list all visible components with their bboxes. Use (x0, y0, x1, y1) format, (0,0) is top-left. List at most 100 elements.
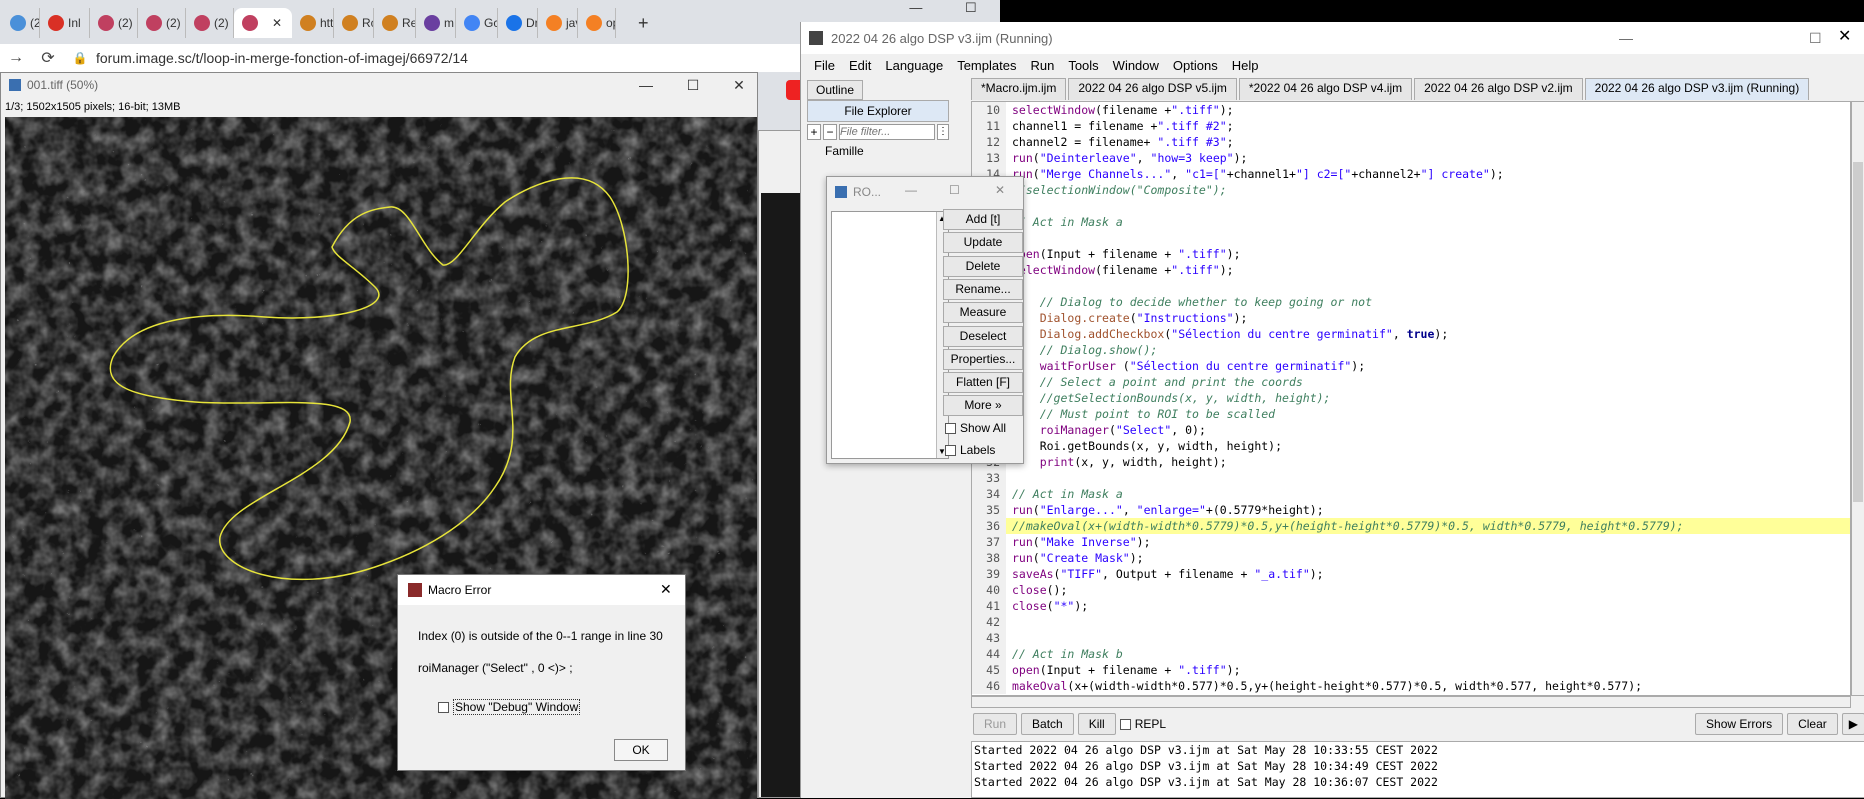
roi-button-measure[interactable]: Measure (943, 302, 1023, 324)
code-line[interactable]: 19open(Input + filename + ".tiff"); (972, 246, 1850, 262)
add-icon[interactable]: + (807, 124, 821, 140)
maximize-button[interactable]: ☐ (965, 0, 977, 22)
play-icon[interactable]: ▶ (1841, 713, 1864, 735)
browser-tab[interactable]: (2) (90, 8, 138, 38)
browser-tab[interactable]: htt (292, 8, 334, 38)
code-line[interactable]: 34 // Act in Mask a (972, 486, 1850, 502)
tab-file-explorer[interactable]: File Explorer (807, 100, 949, 122)
code-line[interactable]: 12 channel2 = filename+ ".tiff #3"; (972, 134, 1850, 150)
menu-file[interactable]: File (807, 58, 842, 73)
code-line[interactable]: 43 (972, 630, 1850, 646)
browser-tab[interactable]: ✕ (234, 8, 292, 38)
file-filter-input[interactable] (839, 124, 935, 140)
code-line[interactable]: 35 run("Enlarge...", "enlarge="+(0.5779*h… (972, 502, 1850, 518)
run-button[interactable]: Run (973, 713, 1018, 735)
code-line[interactable]: 40 close(); (972, 582, 1850, 598)
code-line[interactable]: 37 run("Make Inverse"); (972, 534, 1850, 550)
browser-tab[interactable]: jav (538, 8, 578, 38)
new-tab-icon[interactable]: + (630, 8, 649, 38)
browser-tab[interactable]: Rc (334, 8, 374, 38)
url-text[interactable]: forum.image.sc/t/loop-in-merge-fonction-… (96, 50, 468, 66)
code-line[interactable]: 29 // Must point to ROI to be scalled (972, 406, 1850, 422)
menu-window[interactable]: Window (1106, 58, 1166, 73)
browser-tab[interactable]: Inl (40, 8, 90, 38)
vertical-scrollbar[interactable] (1851, 101, 1864, 696)
editor-tab[interactable]: *2022 04 26 algo DSP v4.ijm (1238, 78, 1413, 100)
code-line[interactable]: 25 // Dialog.show(); (972, 342, 1850, 358)
editor-tab[interactable]: 2022 04 26 algo DSP v2.ijm (1414, 78, 1583, 100)
close-tab-icon[interactable]: ✕ (272, 16, 282, 30)
browser-tab[interactable]: m (416, 8, 456, 38)
code-line[interactable]: 31 Roi.getBounds(x, y, width, height); (972, 438, 1850, 454)
tab-outline[interactable]: Outline (807, 80, 863, 100)
menu-tools[interactable]: Tools (1061, 58, 1105, 73)
checkbox-icon[interactable] (945, 423, 956, 435)
code-line[interactable]: 30 roiManager("Select", 0); (972, 422, 1850, 438)
debug-window-checkbox[interactable]: Show "Debug" Window (438, 699, 581, 715)
minimize-button[interactable]: — (626, 73, 666, 97)
menu-help[interactable]: Help (1225, 58, 1266, 73)
clear-button[interactable]: Clear (1787, 713, 1838, 735)
code-line[interactable]: 42 (972, 614, 1850, 630)
reload-icon[interactable]: ⟳ (32, 48, 64, 68)
labels-checkbox[interactable]: Labels (945, 443, 995, 457)
code-line[interactable]: 45 open(Input + filename + ".tiff"); (972, 662, 1850, 678)
code-line[interactable]: 11 channel1 = filename +".tiff #2"; (972, 118, 1850, 134)
repl-checkbox[interactable]: REPL (1119, 717, 1166, 731)
code-editor[interactable]: 10 selectWindow(filename +".tiff"); 11 chan… (971, 101, 1851, 696)
maximize-button[interactable]: ☐ (949, 183, 960, 197)
code-line[interactable]: 46 makeOval(x+(width-width*0.577)*0.5,y+(… (972, 678, 1850, 694)
browser-tab[interactable]: (2) (138, 8, 186, 38)
remove-icon[interactable]: − (823, 124, 837, 140)
code-line[interactable]: 13 run("Deinterleave", "how=3 keep"); (972, 150, 1850, 166)
browser-tab[interactable]: Re (374, 8, 416, 38)
code-line[interactable]: 10 selectWindow(filename +".tiff"); (972, 102, 1850, 118)
ok-button[interactable]: OK (614, 739, 668, 761)
menu-run[interactable]: Run (1023, 58, 1061, 73)
code-line[interactable]: 23 Dialog.create("Instructions"); (972, 310, 1850, 326)
code-line[interactable]: 22 // Dialog to decide whether to keep g… (972, 294, 1850, 310)
browser-tab[interactable]: (2) (186, 8, 234, 38)
code-line[interactable]: 24 Dialog.addCheckbox("Sélection du cent… (972, 326, 1850, 342)
scrollbar-thumb[interactable] (1853, 162, 1863, 502)
batch-button[interactable]: Batch (1021, 713, 1074, 735)
show-all-checkbox[interactable]: Show All (945, 421, 1006, 435)
code-line[interactable]: 32 print(x, y, width, height); (972, 454, 1850, 470)
close-button[interactable]: ✕ (660, 581, 672, 598)
code-line[interactable]: 27 // Select a point and print the coord… (972, 374, 1850, 390)
code-line[interactable]: 38 run("Create Mask"); (972, 550, 1850, 566)
code-line[interactable]: 28 //getSelectionBounds(x, y, width, hei… (972, 390, 1850, 406)
code-line[interactable]: 20selectWindow(filename +".tiff"); (972, 262, 1850, 278)
browser-tab[interactable]: (2) (2, 8, 40, 38)
horizontal-scrollbar[interactable] (971, 696, 1851, 708)
show-errors-button[interactable]: Show Errors (1695, 713, 1784, 735)
roi-button-more[interactable]: More » (943, 395, 1023, 417)
checkbox-icon[interactable] (945, 445, 956, 457)
roi-button-properties[interactable]: Properties... (943, 348, 1023, 370)
code-line[interactable]: 44 // Act in Mask b (972, 646, 1850, 662)
code-line[interactable]: 14 run("Merge Channels...", "c1=["+channe… (972, 166, 1850, 182)
roi-button-update[interactable]: Update (943, 232, 1023, 254)
close-button[interactable]: ✕ (995, 183, 1005, 197)
browser-tab[interactable]: Gc (456, 8, 498, 38)
code-line[interactable]: 18 (972, 230, 1850, 246)
checkbox-icon[interactable] (438, 701, 449, 713)
editor-tab[interactable]: 2022 04 26 algo DSP v5.ijm (1068, 78, 1237, 100)
roi-button-deselect[interactable]: Deselect (943, 325, 1023, 347)
roi-list[interactable]: ▲ ▼ (831, 211, 949, 459)
minimize-button[interactable]: — (909, 0, 922, 22)
code-line[interactable]: 15//selectionWindow("Composite"); (972, 182, 1850, 198)
code-line[interactable]: 16 (972, 198, 1850, 214)
roi-button-flatten-f[interactable]: Flatten [F] (943, 372, 1023, 394)
menu-options[interactable]: Options (1166, 58, 1225, 73)
minimize-button[interactable]: — (1619, 22, 1633, 54)
tree-item-famille[interactable]: Famille (825, 144, 864, 158)
maximize-button[interactable]: ☐ (673, 73, 713, 97)
code-line[interactable]: 36 //makeOval(x+(width-width*0.5779)*0.5,… (972, 518, 1850, 534)
forward-icon[interactable]: → (0, 49, 32, 67)
browser-tab[interactable]: op (578, 8, 616, 38)
more-icon[interactable]: ⋮ (937, 124, 949, 140)
editor-tab[interactable]: *Macro.ijm.ijm (971, 78, 1067, 100)
browser-tab[interactable]: Dr (498, 8, 538, 38)
roi-button-rename[interactable]: Rename... (943, 278, 1023, 300)
